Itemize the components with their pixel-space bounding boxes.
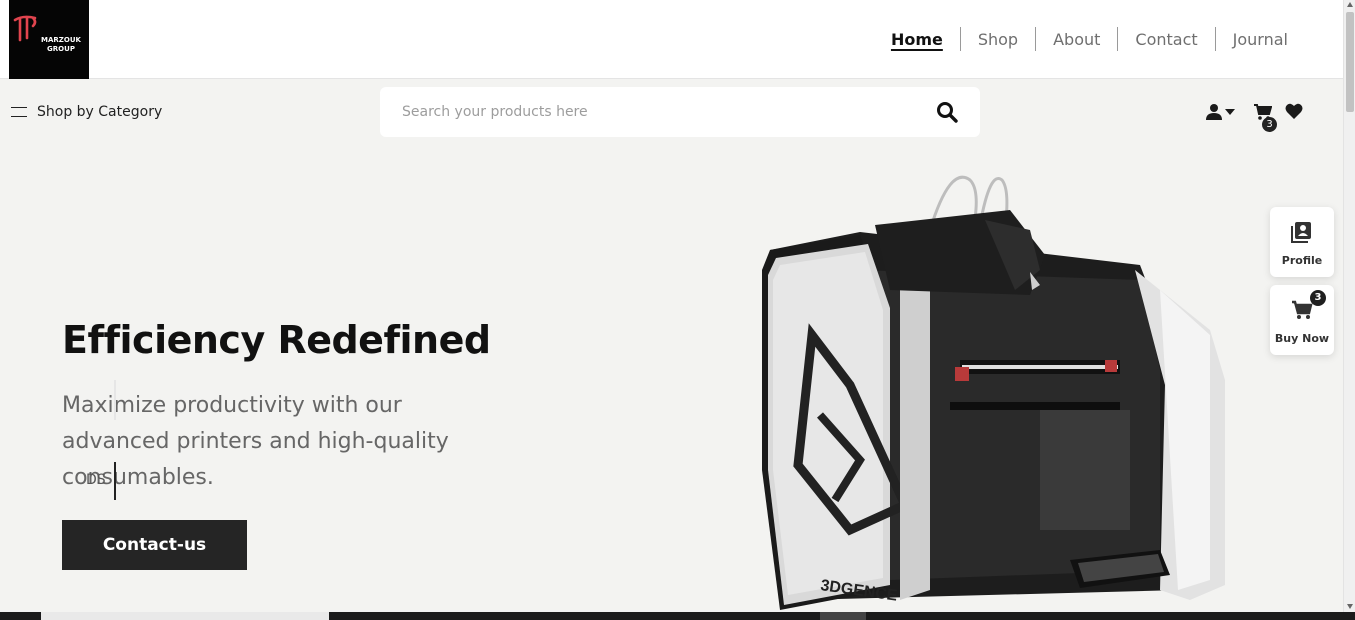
account-menu-button[interactable] bbox=[1205, 103, 1235, 121]
profile-label: Profile bbox=[1281, 254, 1323, 267]
buy-now-floating-button[interactable]: 3 Buy Now bbox=[1270, 285, 1334, 355]
caret-down-icon bbox=[1225, 109, 1235, 115]
cart-icon bbox=[1292, 300, 1313, 319]
scroll-up-icon[interactable] bbox=[1347, 2, 1353, 7]
logo-text: MARZOUK GROUP bbox=[41, 36, 81, 53]
os-taskbar bbox=[0, 612, 1355, 620]
nav-contact[interactable]: Contact bbox=[1118, 30, 1214, 49]
search-input[interactable] bbox=[402, 100, 902, 124]
search-icon[interactable] bbox=[936, 101, 958, 127]
printer-image: 3DGENCE bbox=[762, 175, 1225, 610]
hero-subtitle: Maximize productivity with our advanced … bbox=[62, 393, 449, 490]
top-header: MARZOUK GROUP Home Shop About Contact Jo… bbox=[0, 0, 1343, 79]
cart-count-badge: 3 bbox=[1262, 117, 1277, 132]
page-scrollbar[interactable] bbox=[1343, 0, 1355, 612]
taskbar-window-strip bbox=[41, 612, 329, 620]
user-icon bbox=[1206, 104, 1222, 120]
text-cursor-ghost bbox=[114, 380, 116, 420]
logo[interactable]: MARZOUK GROUP bbox=[9, 0, 89, 79]
menu-icon bbox=[11, 107, 27, 117]
taskbar-item[interactable] bbox=[820, 612, 866, 620]
hero-title: Efficiency Redefined bbox=[62, 318, 491, 362]
heart-icon bbox=[1285, 103, 1303, 119]
page: MARZOUK GROUP Home Shop About Contact Jo… bbox=[0, 0, 1355, 620]
nav-home[interactable]: Home bbox=[874, 30, 960, 49]
shop-by-category-button[interactable]: Shop by Category bbox=[11, 104, 162, 120]
text-cursor bbox=[114, 462, 116, 500]
profile-floating-button[interactable]: Profile bbox=[1270, 207, 1334, 277]
scroll-down-icon[interactable] bbox=[1347, 604, 1353, 609]
scrollbar-thumb[interactable] bbox=[1346, 12, 1354, 112]
cursor-ghost-text: DS bbox=[86, 472, 106, 488]
contact-us-button[interactable]: Contact-us bbox=[62, 520, 247, 570]
search-bar bbox=[380, 87, 980, 137]
wishlist-button[interactable] bbox=[1285, 103, 1303, 124]
buy-now-count-badge: 3 bbox=[1310, 290, 1326, 306]
shop-by-category-label: Shop by Category bbox=[37, 104, 163, 120]
main-nav: Home Shop About Contact Journal bbox=[874, 27, 1305, 51]
nav-shop[interactable]: Shop bbox=[961, 30, 1035, 49]
nav-journal[interactable]: Journal bbox=[1216, 30, 1305, 49]
buy-now-label: Buy Now bbox=[1274, 332, 1330, 345]
profile-icon bbox=[1291, 222, 1311, 243]
nav-about[interactable]: About bbox=[1036, 30, 1117, 49]
